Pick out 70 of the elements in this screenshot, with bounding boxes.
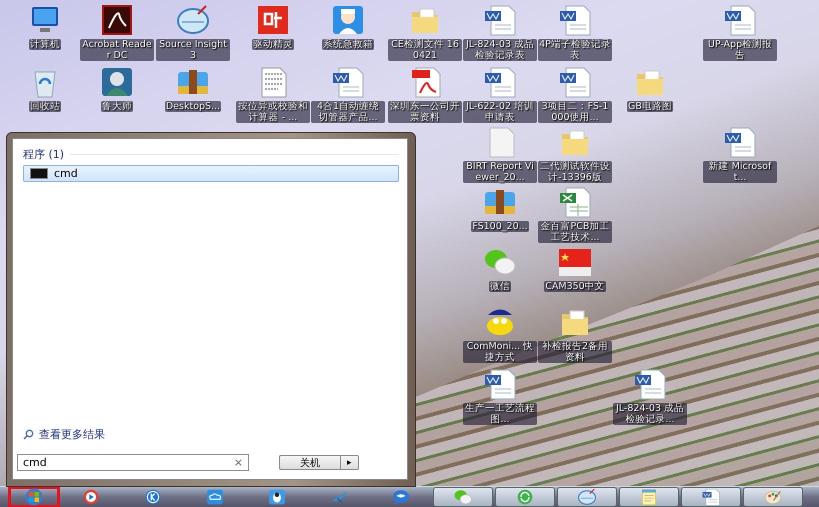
word-icon [700,488,722,506]
word-icon[interactable] [331,66,365,98]
paint-icon [762,488,784,506]
start-orb-icon [23,488,45,506]
desktop-icon-label[interactable]: 4合1自动缠绕切管器产品... [311,101,385,123]
desktop-icon-label[interactable]: UP-App检测报告 [703,39,777,61]
desktop-icon-label[interactable]: 补检报告2备用资料 [538,341,612,363]
flag-icon[interactable] [558,246,592,278]
desktop-icon-label[interactable]: FS100_20... [471,221,529,232]
word-icon[interactable] [633,368,667,400]
word-icon[interactable] [723,4,757,36]
desktop-icon-label[interactable]: Source Insight 3 [156,39,230,61]
shutdown-options-button[interactable]: ▸ [341,455,359,470]
search-result[interactable]: cmd [23,165,399,182]
desktop-icon-label[interactable]: 驱动精灵 [252,39,294,50]
start-button[interactable] [8,486,60,507]
word-icon[interactable] [483,368,517,400]
desktop-icon-label[interactable]: Acrobat Reader DC [80,39,154,61]
lens-icon [576,488,598,506]
word-icon[interactable] [723,126,757,158]
console-icon [30,168,48,179]
penguin-icon [266,488,288,506]
taskbar-button[interactable] [743,487,803,507]
desktop-icon-label[interactable]: 新建 Microsoft... [703,161,777,183]
desktop-icon-label[interactable]: 鲁大师 [101,101,133,112]
portrait-app-icon[interactable] [100,66,134,98]
desktop-icon-label[interactable]: 回收站 [29,101,61,112]
taskbar-button[interactable] [433,487,493,507]
desktop-icon-label[interactable]: DesktopS... [164,101,222,112]
lens-icon[interactable] [176,4,210,36]
desktop-icon-label[interactable]: JL-622-02 培训申请表 [463,101,537,123]
word-icon[interactable] [483,4,517,36]
desktop-icon-label[interactable]: ComMoni... 快捷方式 [463,341,537,363]
chat-icon [452,488,474,506]
desktop-icon-label[interactable]: 4P端子检验记录表 [538,39,612,61]
desktop-icon-label[interactable]: CAM350中文 [544,281,606,292]
desktop-icon-label[interactable]: 系统急救箱 [322,39,374,50]
desktop-icon-label[interactable]: CE检测文件 160421 [388,39,462,61]
word-icon[interactable] [483,66,517,98]
desktop-icon-label[interactable]: BIRT Report Viewer_20... [463,161,537,183]
taskbar-button[interactable] [619,487,679,507]
result-label: cmd [54,167,78,180]
desktop-icon-label[interactable]: JL-824-03 成品检验记录... [613,403,687,425]
pdf-app-icon[interactable] [100,4,134,36]
desktop-icon-label[interactable]: 深圳东一公司开票资料 [388,101,462,123]
taskbar-button[interactable] [557,487,617,507]
desktop-icon-label[interactable]: GB电路图 [627,101,673,112]
more-results-link[interactable]: 查看更多结果 [39,427,105,442]
glyph-app-icon[interactable] [256,4,290,36]
desktop-icon-label[interactable]: 生产一工艺流程图... [463,403,537,425]
desktop-icon-label[interactable]: 微信 [489,281,511,292]
clear-button[interactable]: × [234,456,243,469]
desktop-icon-label[interactable]: JL-824-03 成品检验记录表 [463,39,537,61]
word-icon[interactable] [558,66,592,98]
taskbar-button[interactable] [681,487,741,507]
desktop-icon-label[interactable]: 金百富PCB加工工艺技术... [538,221,612,243]
desktop-icon-label[interactable]: 计算机 [29,39,61,50]
doctor-icon[interactable] [331,4,365,36]
search-field[interactable]: cmd × [17,454,249,471]
search-icon [23,429,34,440]
cloud-icon [204,488,226,506]
taskbar-button[interactable] [495,487,555,507]
desktop-icon-label[interactable]: 3项目二：FS-1000使用... [538,101,612,123]
shutdown-button[interactable]: 关机 [279,455,341,470]
word-icon[interactable] [558,4,592,36]
desktop-icon-label[interactable]: 按位异或校验和计算器 - ... [236,101,310,123]
bubble-icon [390,488,412,506]
excel-icon[interactable] [558,186,592,218]
desktop-icon-label[interactable]: 二代测试软件设计-13396版 [538,161,612,183]
section-title: 程序 (1) [23,147,399,162]
